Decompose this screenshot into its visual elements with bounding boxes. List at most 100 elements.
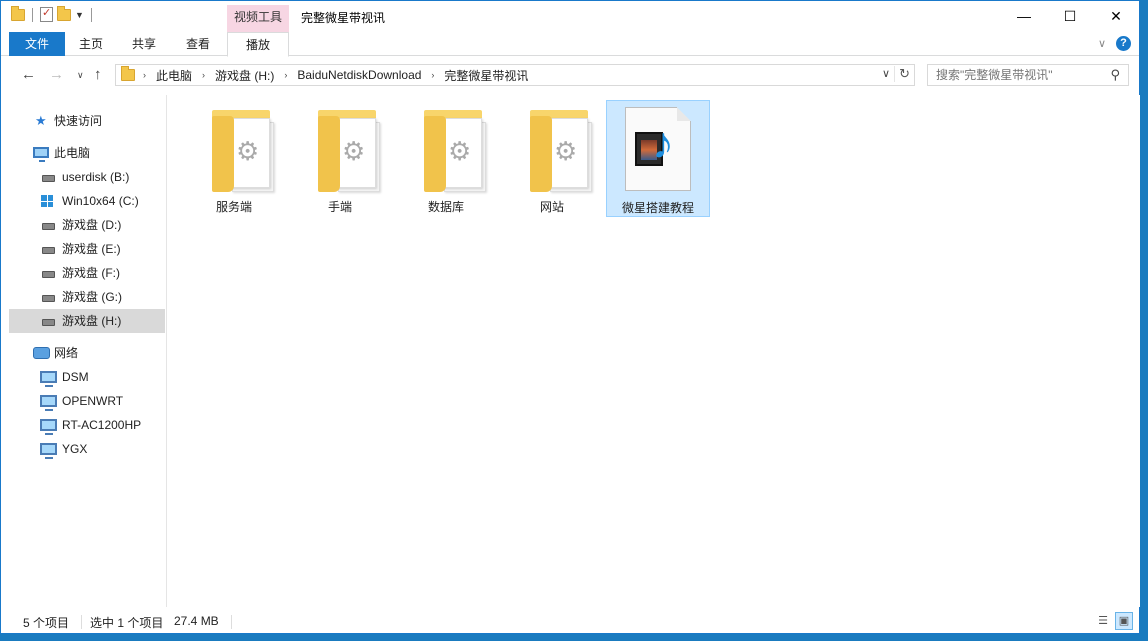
forward-icon[interactable]: →: [49, 66, 64, 83]
nav-quick-access[interactable]: ★ 快速访问: [9, 109, 165, 133]
nav-network-label: 网络: [54, 346, 79, 360]
nav-drive-e[interactable]: 游戏盘 (E:): [9, 237, 165, 261]
chevron-right-icon[interactable]: ›: [280, 70, 291, 80]
network-icon: [33, 347, 50, 359]
file-name: 网站: [539, 200, 564, 214]
nav-drive-label: userdisk (B:): [62, 170, 130, 184]
nav-host-ygx[interactable]: YGX: [9, 437, 165, 461]
toolbar-separator: [90, 7, 92, 22]
video-file-icon: ♪: [625, 107, 691, 191]
properties-icon[interactable]: [40, 6, 53, 22]
nav-network[interactable]: 网络: [9, 341, 165, 365]
file-name: 微星搭建教程: [621, 201, 694, 215]
drive-icon: [42, 175, 55, 182]
address-bar[interactable]: › 此电脑 › 游戏盘 (H:) › BaiduNetdiskDownload …: [115, 64, 915, 86]
file-item-tutorial-video[interactable]: ♪ 微星搭建教程: [606, 100, 710, 217]
navigation-bar: ← → ∨ ↑ › 此电脑 › 游戏盘 (H:) › BaiduNetdiskD…: [1, 57, 1139, 93]
breadcrumb-drive-h[interactable]: 游戏盘 (H:): [209, 67, 280, 84]
nav-this-pc[interactable]: 此电脑: [9, 141, 165, 165]
drive-icon: [42, 247, 55, 254]
nav-drive-b[interactable]: userdisk (B:): [9, 165, 165, 189]
close-button[interactable]: ✕: [1093, 1, 1139, 31]
recent-locations-icon[interactable]: ∨: [77, 70, 84, 81]
file-name: 手端: [327, 200, 352, 214]
search-input[interactable]: [928, 65, 1098, 85]
star-icon: ★: [35, 113, 47, 128]
folder-icon: ⚙: [318, 110, 380, 194]
tab-view[interactable]: 查看: [171, 32, 225, 56]
file-item-server[interactable]: ⚙ 服务端: [182, 100, 286, 217]
selection-count: 选中 1 个项目: [90, 616, 164, 630]
breadcrumb-baidu-download[interactable]: BaiduNetdiskDownload: [291, 68, 427, 82]
nav-drive-g[interactable]: 游戏盘 (G:): [9, 285, 165, 309]
customize-toolbar-icon[interactable]: ▼: [75, 10, 84, 20]
breadcrumb-this-pc[interactable]: 此电脑: [150, 67, 198, 84]
quick-access-toolbar: ▼: [11, 5, 95, 22]
breadcrumb-current-folder[interactable]: 完整微星带视讯: [438, 67, 534, 84]
search-box[interactable]: ⚲: [927, 64, 1129, 86]
help-icon[interactable]: ?: [1116, 36, 1131, 51]
refresh-icon[interactable]: ↻: [894, 66, 910, 82]
windows-drive-icon: [41, 195, 53, 207]
nav-drive-h[interactable]: 游戏盘 (H:): [9, 309, 165, 333]
folder-icon[interactable]: [11, 5, 25, 21]
file-item-client[interactable]: ⚙ 手端: [288, 100, 392, 217]
nav-drive-c[interactable]: Win10x64 (C:): [9, 189, 165, 213]
nav-drive-label: 游戏盘 (G:): [62, 290, 122, 304]
nav-drive-label: 游戏盘 (F:): [62, 266, 120, 280]
back-icon[interactable]: ←: [21, 66, 36, 83]
monitor-icon: [40, 443, 57, 459]
window-title: 完整微星带视讯: [301, 11, 386, 25]
large-icons-view-icon[interactable]: ▣: [1115, 612, 1133, 630]
nav-host-rt-ac1200hp[interactable]: RT-AC1200HP: [9, 413, 165, 437]
details-view-icon[interactable]: ☰: [1094, 612, 1112, 630]
nav-host-label: OPENWRT: [62, 394, 124, 408]
nav-drive-label: 游戏盘 (D:): [62, 218, 122, 232]
new-folder-icon[interactable]: [57, 5, 71, 21]
title-bar: ▼ 视频工具 完整微星带视讯 — ☐ ✕: [1, 1, 1139, 32]
chevron-right-icon[interactable]: ›: [139, 70, 150, 80]
status-bar: 5 个项目 选中 1 个项目 27.4 MB ☰ ▣: [1, 609, 1139, 633]
chevron-right-icon[interactable]: ›: [427, 70, 438, 80]
drive-icon: [42, 319, 55, 326]
monitor-icon: [40, 419, 57, 435]
nav-this-pc-label: 此电脑: [54, 146, 91, 160]
navigation-pane: ★ 快速访问 此电脑 userdisk (B:) Win10x64 (C:) 游…: [1, 95, 167, 607]
drive-icon: [42, 271, 55, 278]
search-icon[interactable]: ⚲: [1110, 67, 1120, 83]
monitor-icon: [40, 371, 57, 387]
nav-host-label: RT-AC1200HP: [62, 418, 142, 432]
status-separator: [81, 615, 82, 629]
toolbar-separator: [32, 7, 33, 22]
minimize-button[interactable]: —: [1001, 1, 1047, 31]
file-name: 数据库: [427, 200, 464, 214]
nav-host-dsm[interactable]: DSM: [9, 365, 165, 389]
selection-size: 27.4 MB: [174, 614, 219, 628]
tab-file[interactable]: 文件: [9, 32, 65, 56]
drive-icon: [42, 223, 55, 230]
folder-icon: ⚙: [424, 110, 486, 194]
maximize-button[interactable]: ☐: [1047, 1, 1093, 31]
nav-drive-label: Win10x64 (C:): [62, 194, 139, 208]
desktop-edge: [1141, 0, 1148, 641]
file-list: ⚙ 服务端 ⚙ 手端 ⚙ 数据库 ⚙ 网站 ♪ 微星搭建教程: [168, 95, 1140, 607]
tab-share[interactable]: 共享: [117, 32, 171, 56]
file-item-database[interactable]: ⚙ 数据库: [394, 100, 498, 217]
up-icon[interactable]: ↑: [94, 66, 102, 83]
computer-icon: [33, 147, 49, 162]
ribbon-tabs: 文件 主页 共享 查看 播放 ∨ ?: [1, 32, 1139, 57]
file-item-website[interactable]: ⚙ 网站: [500, 100, 604, 217]
tab-home[interactable]: 主页: [65, 32, 117, 56]
chevron-down-icon[interactable]: ∨: [1098, 37, 1106, 50]
nav-drive-d[interactable]: 游戏盘 (D:): [9, 213, 165, 237]
address-dropdown-icon[interactable]: ∨: [882, 67, 890, 80]
chevron-right-icon[interactable]: ›: [198, 70, 209, 80]
explorer-window: ▼ 视频工具 完整微星带视讯 — ☐ ✕ 文件 主页 共享 查看 播放 ∨ ? …: [0, 0, 1140, 634]
folder-icon: ⚙: [530, 110, 592, 194]
nav-drive-f[interactable]: 游戏盘 (F:): [9, 261, 165, 285]
tab-play[interactable]: 播放: [227, 32, 289, 57]
nav-quick-access-label: 快速访问: [54, 114, 103, 128]
monitor-icon: [40, 395, 57, 411]
item-count: 5 个项目: [23, 616, 70, 630]
nav-host-openwrt[interactable]: OPENWRT: [9, 389, 165, 413]
